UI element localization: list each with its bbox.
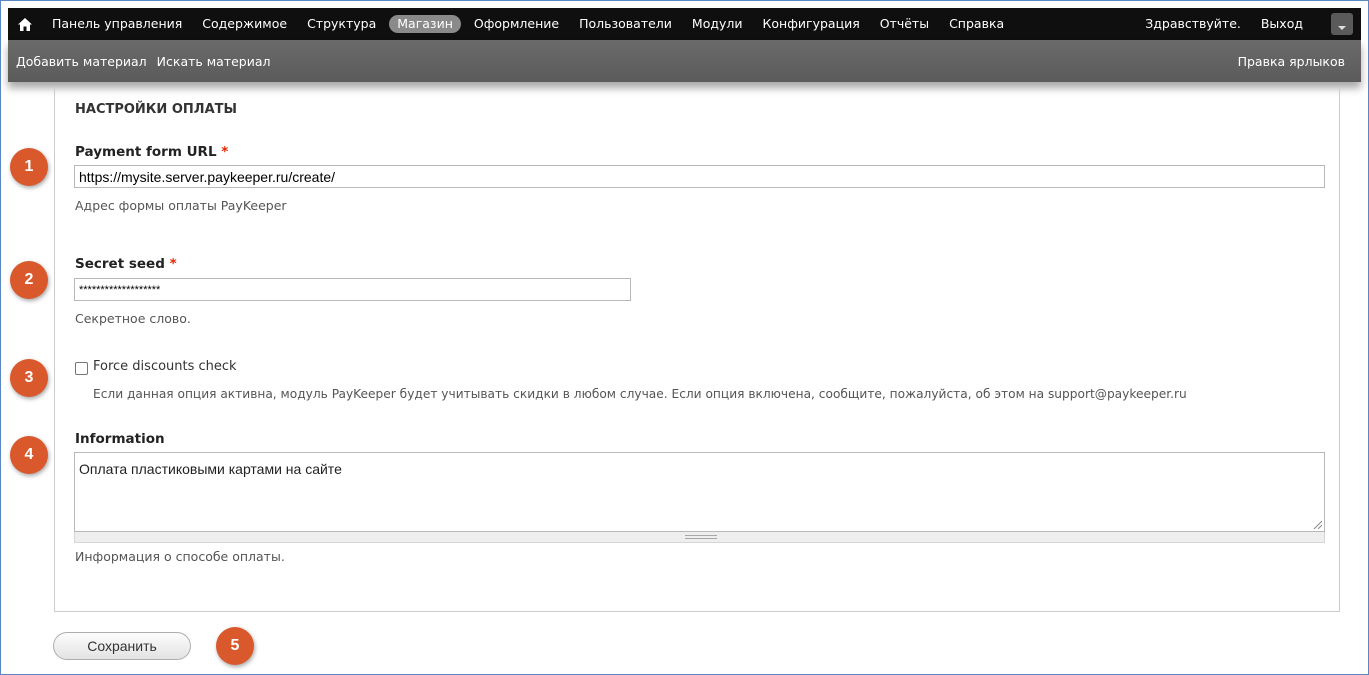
information-description: Информация о способе оплаты. <box>75 549 285 564</box>
save-button[interactable]: Сохранить <box>53 632 191 660</box>
edit-shortcuts-link[interactable]: Правка ярлыков <box>1238 54 1361 69</box>
fieldset-legend: НАСТРОЙКИ ОПЛАТЫ <box>75 102 237 117</box>
payment-url-label-text: Payment form URL <box>75 144 217 160</box>
menu-people[interactable]: Пользователи <box>569 8 682 40</box>
shortcut-find-content[interactable]: Искать материал <box>147 54 271 69</box>
menu-structure[interactable]: Структура <box>297 8 386 40</box>
greeting-link[interactable]: Здравствуйте. <box>1135 8 1251 40</box>
menu-dashboard[interactable]: Панель управления <box>42 8 192 40</box>
secret-seed-input[interactable] <box>74 278 631 301</box>
secret-seed-description: Секретное слово. <box>75 311 191 326</box>
secret-seed-label-text: Secret seed <box>75 256 165 272</box>
menu-help[interactable]: Справка <box>939 8 1014 40</box>
chevron-down-icon <box>1338 26 1346 30</box>
shortcut-add-content[interactable]: Добавить материал <box>8 54 147 69</box>
payment-url-label: Payment form URL * <box>75 144 228 160</box>
information-label: Information <box>75 431 165 447</box>
force-discounts-description: Если данная опция активна, модуль PayKee… <box>93 387 1187 401</box>
step-badge-5: 5 <box>216 627 254 665</box>
shortcuts-bar: Добавить материал Искать материал Правка… <box>8 40 1361 82</box>
secret-seed-label: Secret seed * <box>75 256 177 272</box>
information-text: Оплата пластиковыми картами на сайте <box>79 461 342 477</box>
menu-store[interactable]: Магазин <box>389 15 461 33</box>
step-badge-4: 4 <box>10 436 48 474</box>
information-textarea[interactable]: Оплата пластиковыми картами на сайте <box>74 452 1325 532</box>
force-discounts-label[interactable]: Force discounts check <box>93 359 237 374</box>
home-icon[interactable] <box>8 8 42 40</box>
logout-link[interactable]: Выход <box>1251 8 1331 40</box>
resize-handle-icon[interactable] <box>1313 520 1322 529</box>
required-marker: * <box>221 144 229 160</box>
menu-modules[interactable]: Модули <box>682 8 753 40</box>
toolbar-toggle-button[interactable] <box>1331 13 1353 35</box>
payment-url-input[interactable] <box>74 165 1325 188</box>
required-marker: * <box>169 256 177 272</box>
menu-reports[interactable]: Отчёты <box>870 8 939 40</box>
force-discounts-checkbox[interactable] <box>75 362 88 375</box>
menu-configuration[interactable]: Конфигурация <box>753 8 870 40</box>
textarea-grippie[interactable] <box>74 532 1325 543</box>
grippie-lines <box>685 535 717 539</box>
payment-url-description: Адрес формы оплаты PayKeeper <box>75 198 287 213</box>
menu-content[interactable]: Содержимое <box>192 8 297 40</box>
step-badge-3: 3 <box>10 359 48 397</box>
menu-appearance[interactable]: Оформление <box>464 8 569 40</box>
step-badge-2: 2 <box>10 261 48 299</box>
step-badge-1: 1 <box>10 148 48 186</box>
admin-toolbar: Панель управления Содержимое Структура М… <box>8 8 1361 40</box>
